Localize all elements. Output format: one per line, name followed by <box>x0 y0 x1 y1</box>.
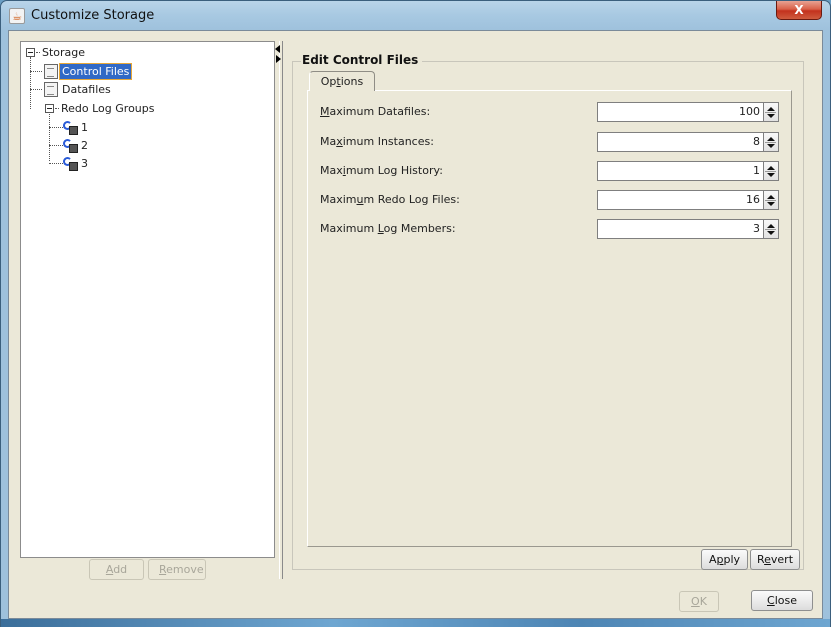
spinner-buttons[interactable] <box>764 102 779 122</box>
add-button[interactable]: Add <box>89 559 144 580</box>
field-label: Maximum Datafiles: <box>320 105 431 118</box>
spin-down-icon[interactable] <box>767 231 775 235</box>
window-bottom-border <box>1 619 830 627</box>
panel-title: Edit Control Files <box>301 53 423 67</box>
field-label: Maximum Log Members: <box>320 222 456 235</box>
maximum-redo-log-files-spinner: 16 <box>597 190 779 210</box>
tree-node-label: Control Files <box>58 63 133 80</box>
java-cup-icon: ☕ <box>9 8 25 24</box>
datafiles-icon <box>44 82 58 97</box>
tree-node-label: 3 <box>81 157 88 170</box>
tree-node-label: 1 <box>81 121 88 134</box>
expand-right-arrow-icon[interactable] <box>276 55 281 63</box>
tree-node-datafiles[interactable]: Datafiles <box>30 81 113 98</box>
dialog-client-area: Storage Control Files Datafiles Redo Log… <box>8 30 823 619</box>
maximum-log-members-input[interactable]: 3 <box>597 219 764 239</box>
tree-node-redo-group-2[interactable]: 2 <box>49 137 90 154</box>
title-bar[interactable]: ☕ Customize Storage X <box>1 1 830 31</box>
tree-button-bar: Add Remove <box>89 559 206 580</box>
spin-up-icon[interactable] <box>767 137 775 141</box>
spin-down-icon[interactable] <box>767 144 775 148</box>
tree-node-redo-group-1[interactable]: 1 <box>49 119 90 136</box>
maximum-log-history-spinner: 1 <box>597 161 779 181</box>
maximum-log-members-spinner: 3 <box>597 219 779 239</box>
spinner-buttons[interactable] <box>764 132 779 152</box>
spinner-buttons[interactable] <box>764 219 779 239</box>
redo-log-group-icon <box>63 138 79 153</box>
customize-storage-window: ☕ Customize Storage X Storage Control Fi… <box>0 0 831 627</box>
storage-tree[interactable]: Storage Control Files Datafiles Redo Log… <box>20 41 275 558</box>
field-maximum-instances: Maximum Instances: 8 <box>320 132 790 152</box>
spin-down-icon[interactable] <box>767 114 775 118</box>
options-tab-panel <box>307 90 792 547</box>
field-maximum-log-history: Maximum Log History: 1 <box>320 161 790 181</box>
tree-node-label: 2 <box>81 139 88 152</box>
ok-button[interactable]: OK <box>679 591 719 612</box>
tree-node-redo-group-3[interactable]: 3 <box>49 155 90 172</box>
remove-button[interactable]: Remove <box>148 559 206 580</box>
maximum-instances-input[interactable]: 8 <box>597 132 764 152</box>
control-files-icon <box>44 64 58 79</box>
redo-log-group-icon <box>63 156 79 171</box>
tree-node-control-files[interactable]: Control Files <box>30 63 133 80</box>
spinner-buttons[interactable] <box>764 161 779 181</box>
spin-down-icon[interactable] <box>767 202 775 206</box>
window-close-button[interactable]: X <box>776 1 822 20</box>
tree-connector <box>30 89 42 90</box>
maximum-log-history-input[interactable]: 1 <box>597 161 764 181</box>
tree-connector <box>49 127 63 128</box>
tree-node-label: Datafiles <box>62 83 111 96</box>
apply-button[interactable]: Apply <box>701 549 748 570</box>
tab-options[interactable]: Options <box>309 71 375 91</box>
collapse-left-arrow-icon[interactable] <box>275 45 280 53</box>
spin-up-icon[interactable] <box>767 195 775 199</box>
maximum-datafiles-input[interactable]: 100 <box>597 102 764 122</box>
collapse-icon[interactable] <box>26 48 35 57</box>
field-label: Maximum Log History: <box>320 164 443 177</box>
tree-connector <box>30 71 42 72</box>
field-maximum-redo-log-files: Maximum Redo Log Files: 16 <box>320 190 790 210</box>
tree-connector <box>49 163 63 164</box>
spin-up-icon[interactable] <box>767 224 775 228</box>
maximum-redo-log-files-input[interactable]: 16 <box>597 190 764 210</box>
close-button[interactable]: Close <box>751 590 813 611</box>
tree-node-storage[interactable]: Storage <box>26 44 87 61</box>
spinner-buttons[interactable] <box>764 190 779 210</box>
revert-button[interactable]: Revert <box>750 549 800 570</box>
tree-node-label: Storage <box>42 46 86 59</box>
window-title: Customize Storage <box>31 8 155 23</box>
collapse-icon[interactable] <box>45 104 54 113</box>
spin-up-icon[interactable] <box>767 107 775 111</box>
field-label: Maximum Redo Log Files: <box>320 193 460 206</box>
split-pane-divider[interactable] <box>279 41 283 579</box>
spin-up-icon[interactable] <box>767 166 775 170</box>
field-label: Maximum Instances: <box>320 135 434 148</box>
maximum-instances-spinner: 8 <box>597 132 779 152</box>
field-maximum-datafiles: Maximum Datafiles: 100 <box>320 102 790 122</box>
tree-connector <box>49 145 63 146</box>
spin-down-icon[interactable] <box>767 173 775 177</box>
redo-log-group-icon <box>63 120 79 135</box>
field-maximum-log-members: Maximum Log Members: 3 <box>320 219 790 239</box>
tree-node-redo-log-groups[interactable]: Redo Log Groups <box>45 100 157 117</box>
maximum-datafiles-spinner: 100 <box>597 102 779 122</box>
tree-node-label: Redo Log Groups <box>61 102 155 115</box>
